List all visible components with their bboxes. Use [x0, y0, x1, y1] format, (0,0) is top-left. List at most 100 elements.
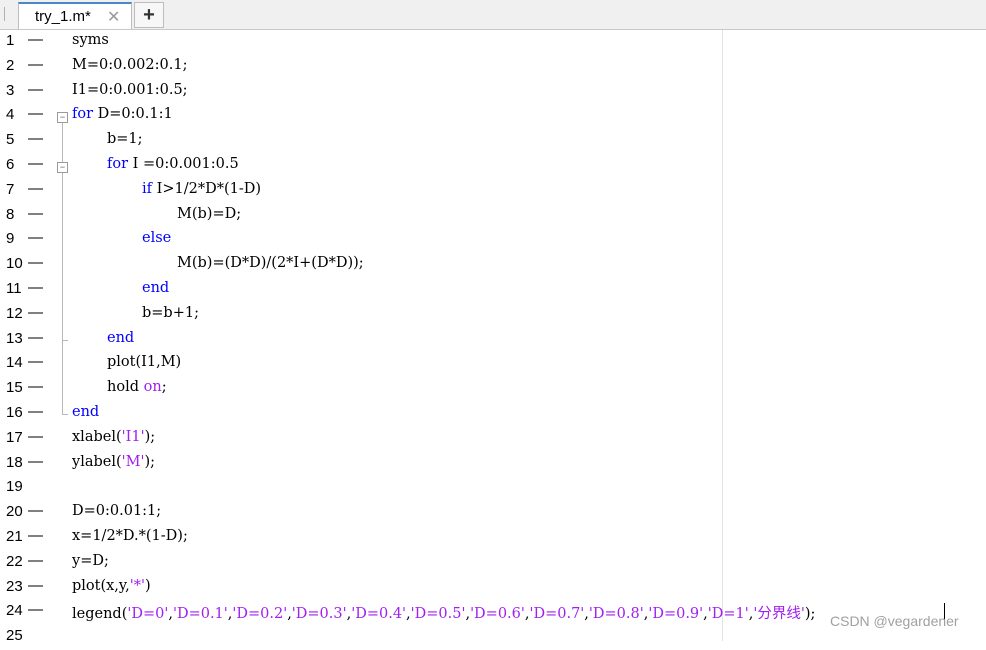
breakpoint-marker[interactable]: —	[28, 180, 43, 197]
line-number: 13	[6, 329, 23, 347]
code-text: if I>1/2*D*(1-D)	[142, 181, 261, 197]
keyword-token: end	[107, 329, 135, 346]
line-number: 18	[6, 453, 23, 471]
code-line[interactable]: 20 — D=0:0.01:1;	[0, 501, 986, 526]
keyword-token: if	[142, 180, 153, 197]
string-token: '*'	[129, 577, 146, 594]
code-line[interactable]: 3 — I1=0:0.001:0.5;	[0, 80, 986, 105]
code-token: I =0:0.001:0.5	[128, 156, 239, 172]
breakpoint-marker[interactable]: —	[28, 31, 43, 48]
code-token: D=0:0.1:1	[93, 106, 173, 123]
code-line[interactable]: 9 — else	[0, 228, 986, 253]
line-number: 17	[6, 428, 23, 446]
code-token: x=1/2*D.*(1-D);	[72, 528, 188, 544]
code-line[interactable]: 14 — plot(I1,M)	[0, 352, 986, 377]
line-number: 15	[6, 379, 23, 397]
keyword-token: for	[72, 106, 94, 123]
fold-end-marker	[62, 339, 68, 341]
close-icon[interactable]: ✕	[107, 7, 120, 27]
breakpoint-marker[interactable]: —	[28, 130, 43, 147]
code-line[interactable]: 7 — if I>1/2*D*(1-D)	[0, 179, 986, 204]
code-token: I>1/2*D*(1-D)	[152, 180, 262, 197]
code-line[interactable]: 11 — end	[0, 278, 986, 303]
string-token: 'D=1'	[707, 606, 749, 623]
code-token: syms	[72, 32, 109, 48]
line-number: 9	[6, 230, 15, 248]
code-token: b=b+1;	[142, 304, 199, 321]
breakpoint-marker[interactable]: —	[28, 304, 43, 321]
minus-box-icon[interactable]: −	[57, 162, 68, 173]
breakpoint-marker[interactable]: —	[28, 254, 43, 271]
tab-grip[interactable]	[4, 7, 5, 21]
code-text: end	[72, 404, 99, 420]
code-line[interactable]: 5 — b=1;	[0, 129, 986, 154]
line-number: 8	[6, 205, 15, 223]
line-number: 14	[6, 354, 23, 372]
line-number: 24	[6, 602, 23, 620]
code-line[interactable]: 13 — end	[0, 328, 986, 353]
keyword-token: for	[107, 156, 129, 172]
string-token: 'D=0'	[127, 606, 169, 623]
code-token: M(b)=D;	[177, 205, 242, 222]
line-number: 23	[6, 577, 23, 595]
code-text: ylabel('M');	[72, 454, 155, 470]
code-token: I1=0:0.001:0.5;	[72, 81, 188, 98]
code-line[interactable]: 16 — end	[0, 402, 986, 427]
code-line[interactable]: 17 — xlabel('I1');	[0, 427, 986, 452]
code-line[interactable]: 18 — ylabel('M');	[0, 452, 986, 477]
code-line[interactable]: 23 — plot(x,y,'*')	[0, 576, 986, 601]
code-text: hold on;	[107, 379, 167, 395]
breakpoint-marker[interactable]: —	[28, 105, 43, 122]
code-line[interactable]: 4 — for D=0:0.1:1	[0, 104, 986, 129]
code-text: legend('D=0','D=0.1','D=0.2','D=0.3','D=…	[72, 602, 815, 623]
code-line[interactable]: 6 — for I =0:0.001:0.5	[0, 154, 986, 179]
code-token: ylabel(	[72, 453, 122, 470]
string-token: 'D=0.8'	[588, 606, 644, 623]
tab-try-1[interactable]: try_1.m* ✕	[18, 2, 132, 29]
code-line[interactable]: 10 — M(b)=(D*D)/(2*I+(D*D));	[0, 253, 986, 278]
code-token: b=1;	[107, 131, 143, 148]
breakpoint-marker[interactable]: —	[28, 353, 43, 370]
breakpoint-marker[interactable]: —	[28, 502, 43, 519]
breakpoint-marker[interactable]: —	[28, 403, 43, 420]
code-editor[interactable]: 1 — syms 2 — M=0:0.002:0.1; 3 — I1=0:0.001:0.5; 4…	[0, 30, 986, 644]
breakpoint-marker[interactable]: —	[28, 601, 43, 618]
breakpoint-marker[interactable]: —	[28, 205, 43, 222]
code-text: plot(x,y,'*')	[72, 578, 151, 594]
line-number: 2	[6, 56, 15, 74]
code-line[interactable]: 22 — y=D;	[0, 551, 986, 576]
code-line[interactable]: 15 — hold on;	[0, 377, 986, 402]
code-line[interactable]: 21 — x=1/2*D.*(1-D);	[0, 526, 986, 551]
breakpoint-marker[interactable]: —	[28, 279, 43, 296]
code-token: y=D;	[72, 552, 109, 569]
code-line[interactable]: 8 — M(b)=D;	[0, 204, 986, 229]
code-text: plot(I1,M)	[107, 354, 181, 370]
breakpoint-marker[interactable]: —	[28, 81, 43, 98]
string-token: 'D=0.2'	[232, 606, 288, 623]
breakpoint-marker[interactable]: —	[28, 378, 43, 395]
code-text: D=0:0.01:1;	[72, 503, 161, 519]
breakpoint-marker[interactable]: —	[28, 552, 43, 569]
string-token: 'D=0.6'	[470, 606, 525, 623]
breakpoint-marker[interactable]: —	[28, 155, 43, 172]
code-text: syms	[72, 32, 109, 48]
breakpoint-marker[interactable]: —	[28, 577, 43, 594]
minus-box-icon[interactable]: −	[57, 112, 68, 124]
keyword-token: end	[142, 280, 170, 296]
add-tab-button[interactable]: +	[134, 2, 164, 28]
line-number: 1	[6, 32, 15, 49]
breakpoint-marker[interactable]: —	[28, 229, 43, 246]
breakpoint-marker[interactable]: —	[28, 329, 43, 346]
code-line[interactable]: 12 — b=b+1;	[0, 303, 986, 328]
code-token: M(b)=(D*D)/(2*I+(D*D));	[177, 255, 364, 272]
breakpoint-marker[interactable]: —	[28, 453, 43, 470]
breakpoint-marker[interactable]: —	[28, 527, 43, 544]
string-token: 'D=0.1'	[172, 606, 228, 623]
code-line[interactable]: 1 — syms	[0, 30, 986, 55]
breakpoint-marker[interactable]: —	[28, 428, 43, 445]
code-line[interactable]: 19	[0, 476, 986, 501]
code-line[interactable]: 2 — M=0:0.002:0.1;	[0, 55, 986, 80]
code-text: M=0:0.002:0.1;	[72, 57, 187, 73]
breakpoint-marker[interactable]: —	[28, 56, 43, 73]
tab-bar: try_1.m* ✕ +	[0, 0, 986, 30]
